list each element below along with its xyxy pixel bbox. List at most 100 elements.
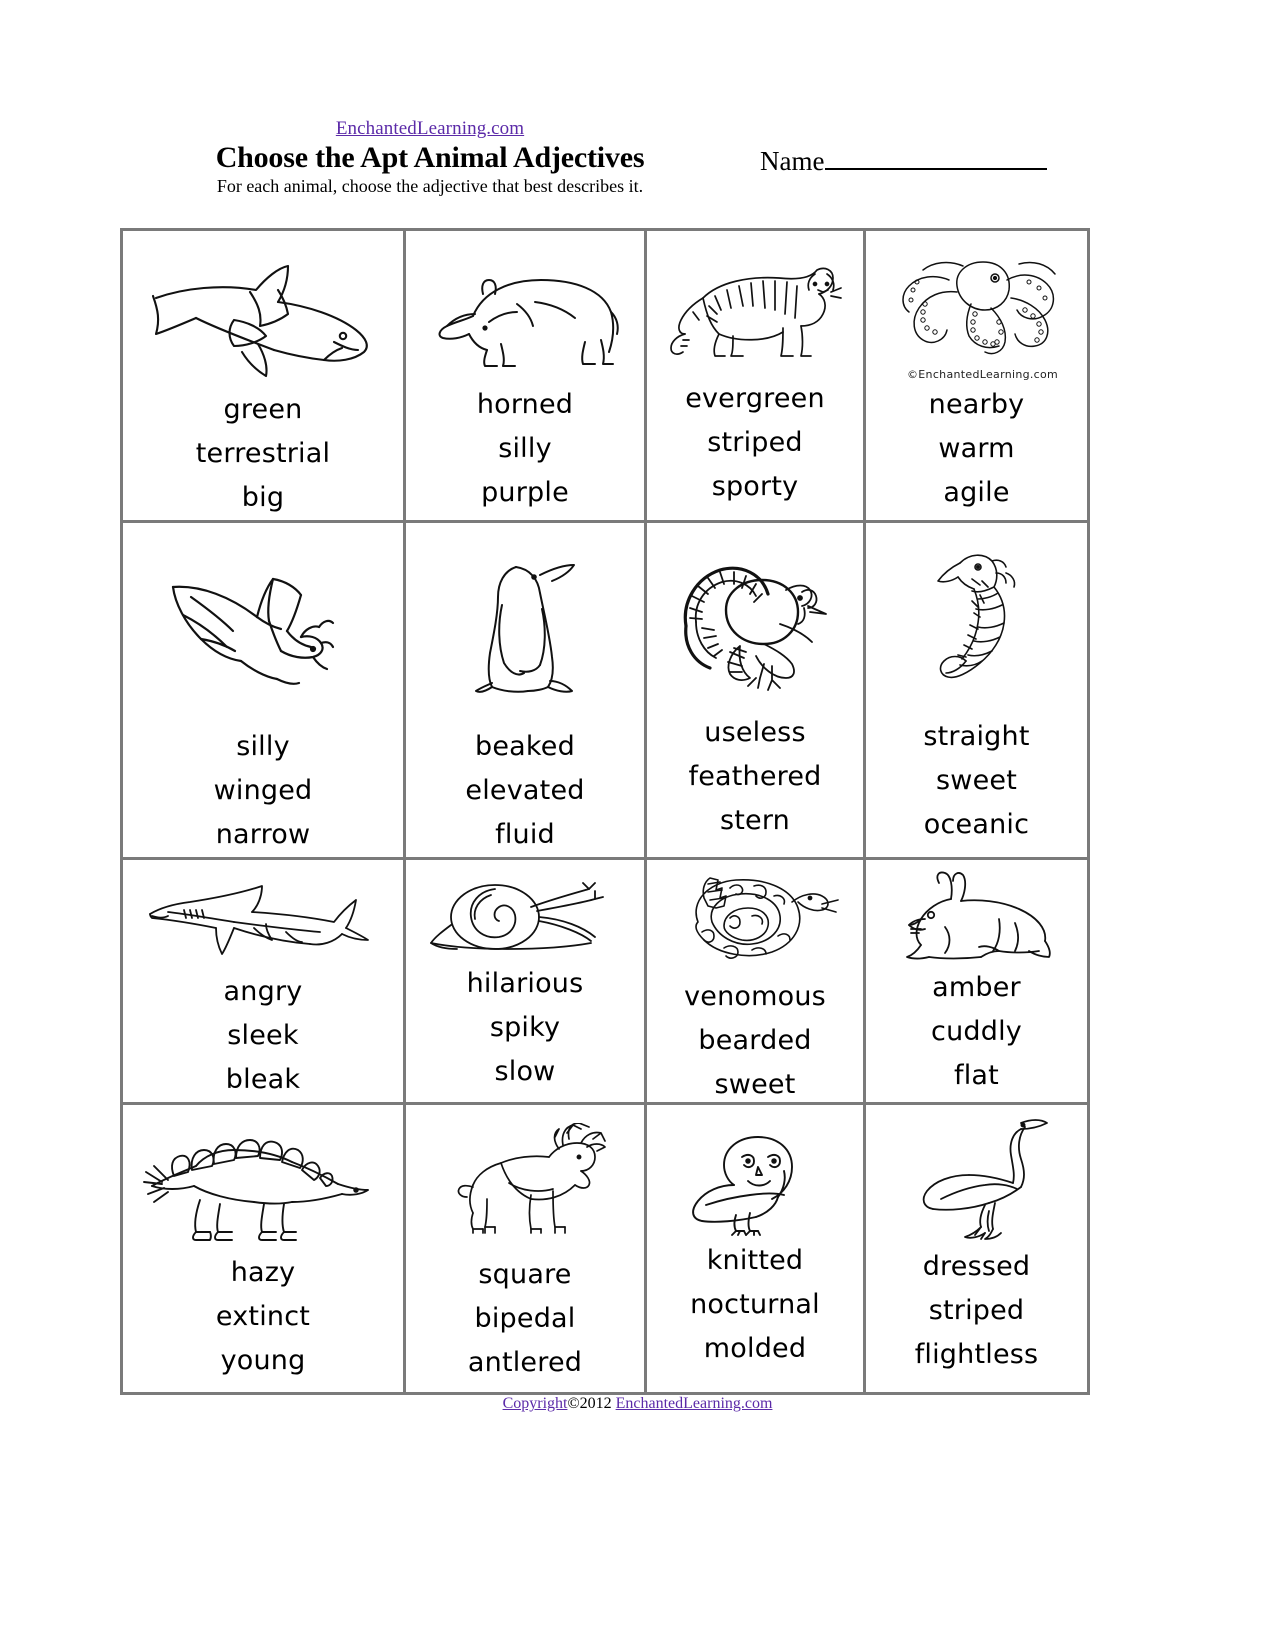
adjective-option[interactable]: sweet (715, 1063, 796, 1102)
site-link-bottom[interactable]: EnchantedLearning.com (616, 1395, 773, 1412)
rabbit-illustration (866, 860, 1087, 966)
owl-illustration (647, 1105, 863, 1241)
turkey-illustration (647, 523, 863, 705)
grid-cell-bat[interactable]: silly winged narrow (123, 523, 406, 860)
adjective-option[interactable]: spiky (490, 1006, 560, 1050)
ostrich-illustration (866, 1105, 1087, 1245)
adjective-list: knitted nocturnal molded (647, 1239, 863, 1371)
name-input-line[interactable] (825, 148, 1048, 170)
adjective-option[interactable]: striped (929, 1289, 1025, 1333)
adjective-option[interactable]: extinct (216, 1295, 310, 1339)
grid-cell-tiger[interactable]: evergreen striped sporty (647, 231, 866, 523)
adjective-option[interactable]: horned (477, 383, 573, 427)
seahorse-illustration (866, 523, 1087, 705)
grid-cell-rattlesnake[interactable]: venomous bearded sweet (647, 860, 866, 1105)
adjective-option[interactable]: sleek (227, 1014, 298, 1058)
adjective-option[interactable]: dressed (923, 1245, 1031, 1289)
adjective-list: hazy extinct young (123, 1251, 403, 1383)
grid-cell-reindeer[interactable]: square bipedal antlered (406, 1105, 647, 1395)
adjective-list: square bipedal antlered (406, 1253, 644, 1385)
animal-adjective-grid: green terrestrial big horned silly purpl… (120, 228, 1090, 1395)
adjective-list: horned silly purple (406, 383, 644, 515)
grid-cell-shark[interactable]: angry sleek bleak (123, 860, 406, 1105)
adjective-option[interactable]: narrow (216, 813, 311, 857)
grid-cell-turkey[interactable]: useless feathered stern (647, 523, 866, 860)
adjective-list: hilarious spiky slow (406, 962, 644, 1094)
rattlesnake-illustration (647, 860, 863, 969)
instructions-text: For each animal, choose the adjective th… (216, 176, 644, 196)
adjective-option[interactable]: nocturnal (690, 1283, 820, 1327)
orca-illustration (123, 231, 403, 382)
adjective-option[interactable]: sweet (936, 759, 1017, 803)
adjective-option[interactable]: bipedal (475, 1297, 576, 1341)
adjective-option[interactable]: hazy (231, 1251, 296, 1295)
adjective-option[interactable]: antlered (468, 1341, 582, 1385)
adjective-option[interactable]: hilarious (467, 962, 584, 1006)
grid-cell-rabbit[interactable]: amber cuddly flat (866, 860, 1090, 1105)
adjective-option[interactable]: useless (704, 711, 805, 755)
grid-cell-ostrich[interactable]: dressed striped flightless (866, 1105, 1090, 1395)
adjective-list: dressed striped flightless (866, 1245, 1087, 1377)
grid-cell-rhinoceros[interactable]: horned silly purple (406, 231, 647, 523)
grid-cell-snail[interactable]: hilarious spiky slow (406, 860, 647, 1105)
copyright-link[interactable]: Copyright (503, 1395, 568, 1412)
adjective-option[interactable]: knitted (707, 1239, 804, 1283)
adjective-list: venomous bearded sweet (647, 975, 863, 1102)
adjective-option[interactable]: terrestrial (196, 432, 330, 476)
adjective-option[interactable]: winged (214, 769, 313, 813)
adjective-option[interactable]: molded (704, 1327, 806, 1371)
adjective-option[interactable]: striped (707, 421, 803, 465)
adjective-list: silly winged narrow (123, 725, 403, 857)
adjective-option[interactable]: flightless (915, 1333, 1039, 1377)
adjective-option[interactable]: young (221, 1339, 306, 1383)
grid-cell-orca[interactable]: green terrestrial big (123, 231, 406, 523)
adjective-list: nearby warm agile (866, 383, 1087, 515)
name-label: Name (760, 146, 825, 176)
adjective-option[interactable]: fluid (495, 813, 555, 857)
grid-cell-octopus[interactable]: ©EnchantedLearning.com nearby warm agile (866, 231, 1090, 523)
name-field-block: Name (760, 146, 1048, 176)
adjective-list: evergreen striped sporty (647, 377, 863, 509)
adjective-option[interactable]: silly (236, 725, 290, 769)
adjective-option[interactable]: straight (923, 715, 1029, 759)
header-title-block: EnchantedLearning.com Choose the Apt Ani… (120, 118, 740, 197)
octopus-illustration: ©EnchantedLearning.com (866, 231, 1087, 383)
adjective-option[interactable]: flat (954, 1054, 999, 1098)
penguin-illustration (406, 523, 644, 711)
adjective-option[interactable]: green (224, 388, 303, 432)
adjective-option[interactable]: sporty (712, 465, 799, 509)
grid-cell-seahorse[interactable]: straight sweet oceanic (866, 523, 1090, 860)
adjective-option[interactable]: cuddly (931, 1010, 1022, 1054)
adjective-option[interactable]: warm (938, 427, 1014, 471)
adjective-option[interactable]: big (242, 476, 284, 520)
page-footer: Copyright©2012 EnchantedLearning.com (0, 1394, 1275, 1413)
grid-cell-stegosaurus[interactable]: hazy extinct young (123, 1105, 406, 1395)
adjective-option[interactable]: evergreen (685, 377, 825, 421)
adjective-option[interactable]: nearby (929, 383, 1025, 427)
adjective-option[interactable]: venomous (684, 975, 826, 1019)
adjective-option[interactable]: silly (498, 427, 552, 471)
adjective-option[interactable]: beaked (475, 725, 575, 769)
site-link-top[interactable]: EnchantedLearning.com (336, 118, 524, 140)
adjective-option[interactable]: feathered (688, 755, 821, 799)
grid-cell-penguin[interactable]: beaked elevated fluid (406, 523, 647, 860)
bat-illustration (123, 523, 403, 711)
adjective-option[interactable]: amber (932, 966, 1021, 1010)
adjective-list: angry sleek bleak (123, 970, 403, 1102)
adjective-list: amber cuddly flat (866, 966, 1087, 1098)
adjective-option[interactable]: bearded (698, 1019, 811, 1063)
reindeer-illustration (406, 1105, 644, 1247)
adjective-list: green terrestrial big (123, 388, 403, 520)
adjective-option[interactable]: stern (720, 799, 790, 843)
adjective-option[interactable]: oceanic (924, 803, 1029, 847)
adjective-option[interactable]: purple (481, 471, 569, 515)
grid-cell-owl[interactable]: knitted nocturnal molded (647, 1105, 866, 1395)
adjective-option[interactable]: angry (224, 970, 303, 1014)
copyright-watermark: ©EnchantedLearning.com (907, 368, 1059, 381)
adjective-option[interactable]: slow (495, 1050, 556, 1094)
shark-illustration (123, 860, 403, 964)
adjective-option[interactable]: agile (943, 471, 1009, 515)
adjective-option[interactable]: elevated (465, 769, 584, 813)
adjective-option[interactable]: square (478, 1253, 571, 1297)
adjective-option[interactable]: bleak (226, 1058, 300, 1102)
